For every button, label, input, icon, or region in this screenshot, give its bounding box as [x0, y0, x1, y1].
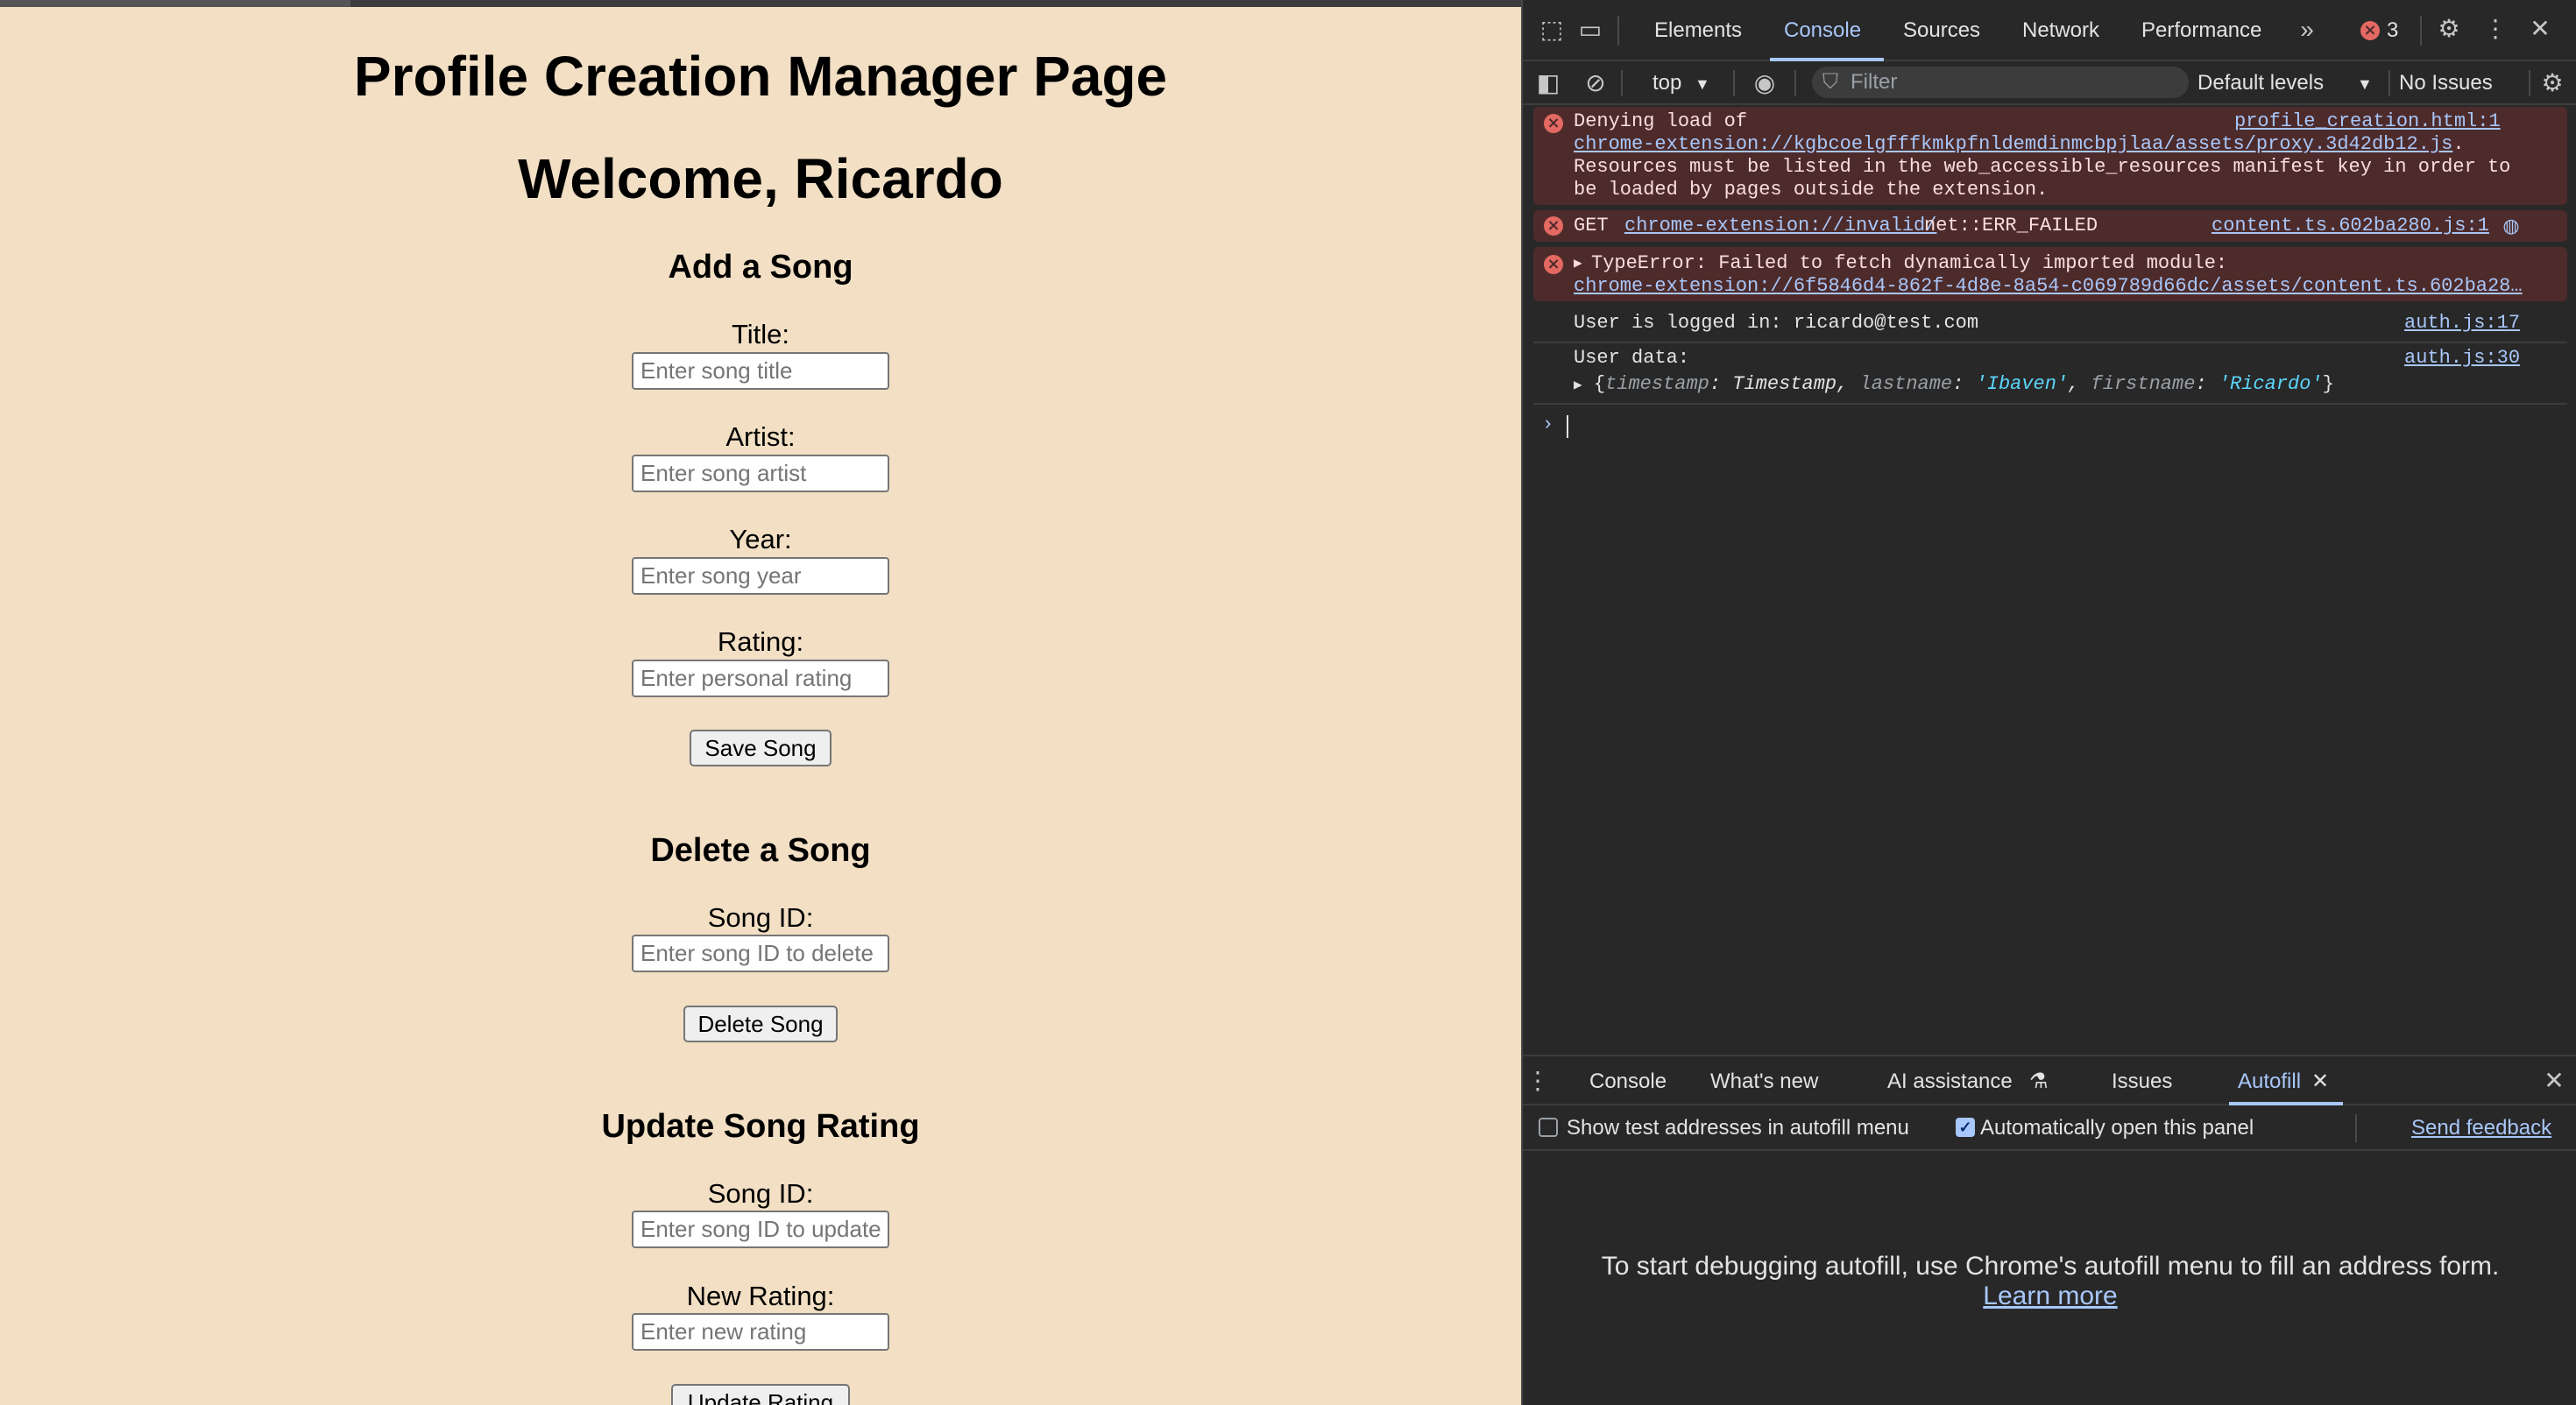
context-chevron-down-icon[interactable]: ▼ — [1695, 72, 1710, 96]
issues-count[interactable]: No Issues — [2399, 71, 2493, 95]
close-drawer-icon[interactable]: ✕ — [2541, 1069, 2567, 1093]
drawer-tab-ai-assistance[interactable]: AI assistance — [1887, 1070, 2013, 1094]
extension-url-link[interactable]: chrome-extension://kgbcoelgfffkmkpfnldem… — [1574, 133, 2452, 155]
clear-console-icon[interactable]: ⊘ — [1582, 71, 1609, 95]
welcome-heading: Welcome, Ricardo — [518, 147, 1003, 210]
add-song-heading: Add a Song — [668, 249, 853, 286]
show-test-addresses-label: Show test addresses in autofill menu — [1567, 1116, 1909, 1140]
autofill-toolbar: Show test addresses in autofill menu ✓ A… — [1523, 1105, 2576, 1151]
source-link[interactable]: auth.js:30 — [2404, 347, 2520, 370]
filter-funnel-icon: ⛉ — [1822, 70, 1838, 94]
error-count-icon[interactable]: × — [2360, 21, 2380, 40]
autofill-empty-message: To start debugging autofill, use Chrome'… — [1601, 1252, 2500, 1281]
tab-sources[interactable]: Sources — [1903, 18, 1980, 43]
save-song-button[interactable]: Save Song — [690, 730, 832, 766]
auto-open-checkbox[interactable]: ✓ — [1956, 1118, 1975, 1137]
expand-arrow-icon[interactable]: ▶ — [1574, 252, 1582, 275]
song-title-input[interactable] — [632, 352, 889, 390]
error-count[interactable]: 3 — [2387, 18, 2398, 43]
learn-more-link[interactable]: Learn more — [1523, 1281, 2576, 1312]
tab-elements[interactable]: Elements — [1654, 18, 1742, 43]
drawer-tab-autofill[interactable]: Autofill — [2238, 1070, 2301, 1094]
delete-song-button[interactable]: Delete Song — [683, 1006, 838, 1042]
drawer-tab-bar: ⋮ Console What's new AI assistance ⚗ Iss… — [1523, 1055, 2576, 1105]
filter-placeholder: Filter — [1851, 70, 1898, 94]
live-expression-eye-icon[interactable]: ◉ — [1747, 71, 1782, 95]
devtools-panel: ⬚ ▭ Elements Console Sources Network Per… — [1521, 0, 2576, 1405]
flask-icon: ⚗ — [2029, 1070, 2049, 1093]
delete-song-id-input[interactable] — [632, 935, 889, 972]
module-url-link[interactable]: chrome-extension://6f5846d4-862f-4d8e-8a… — [1574, 275, 2523, 298]
console-log-message: User is logged in: ricardo@test.com — [1574, 312, 1979, 334]
source-link[interactable]: content.ts.602ba280.js:1 — [2212, 215, 2489, 237]
page-title: Profile Creation Manager Page — [353, 45, 1168, 108]
drawer-tab-issues[interactable]: Issues — [2112, 1070, 2172, 1094]
expand-arrow-icon[interactable]: ▶ — [1574, 378, 1582, 393]
song-artist-input[interactable] — [632, 455, 889, 492]
close-autofill-tab-icon[interactable]: ✕ — [2311, 1070, 2329, 1094]
error-icon: × — [1544, 216, 1563, 236]
drawer-menu-icon[interactable]: ⋮ — [1523, 1069, 1553, 1093]
levels-chevron-down-icon[interactable]: ▼ — [2357, 72, 2373, 96]
song-rating-input[interactable] — [632, 660, 889, 697]
log-levels-dropdown[interactable]: Default levels — [2197, 71, 2324, 95]
console-log-message: User data: — [1574, 347, 1690, 369]
sidebar-toggle-icon[interactable]: ◧ — [1535, 71, 1561, 95]
send-feedback-link[interactable]: Send feedback — [2411, 1116, 2551, 1140]
new-rating-input[interactable] — [632, 1313, 889, 1351]
update-song-id-label: Song ID: — [707, 1178, 814, 1209]
tab-console[interactable]: Console — [1784, 18, 1861, 43]
console-error-message: × ▶ TypeError: Failed to fetch dynamical… — [1533, 247, 2567, 301]
new-rating-label: New Rating: — [686, 1281, 835, 1311]
show-test-addresses-checkbox[interactable] — [1539, 1118, 1558, 1137]
console-error-message: × Denying load of profile_creation.html:… — [1533, 107, 2567, 205]
source-link[interactable]: auth.js:17 — [2404, 312, 2520, 335]
inspect-element-icon[interactable]: ⬚ — [1539, 18, 1565, 42]
kebab-menu-icon[interactable]: ⋮ — [2483, 17, 2508, 41]
invalid-extension-link[interactable]: chrome-extension://invalid/ — [1624, 215, 1936, 237]
user-data-object[interactable]: ▶ {timestamp: Timestamp, lastname: 'Ibav… — [1574, 373, 2334, 397]
context-selector[interactable]: top — [1652, 71, 1681, 95]
rating-label: Rating: — [717, 626, 804, 657]
more-tabs-icon[interactable]: » — [2294, 18, 2320, 42]
delete-song-id-label: Song ID: — [707, 902, 814, 933]
update-rating-button[interactable]: Update Rating — [671, 1384, 850, 1405]
close-devtools-icon[interactable]: ✕ — [2527, 17, 2553, 41]
source-link[interactable]: profile_creation.html:1 — [2234, 110, 2501, 133]
network-request-icon[interactable]: ◍ — [2499, 214, 2523, 238]
console-input[interactable] — [1567, 415, 1568, 438]
title-label: Title: — [731, 319, 790, 349]
artist-label: Artist: — [725, 421, 796, 452]
error-icon: × — [1544, 114, 1563, 133]
console-prompt-icon: › — [1542, 413, 1554, 435]
devtools-toolbar: ⬚ ▭ Elements Console Sources Network Per… — [1523, 0, 2576, 61]
device-toolbar-icon[interactable]: ▭ — [1577, 18, 1603, 42]
tab-network[interactable]: Network — [2022, 18, 2099, 43]
settings-gear-icon[interactable]: ⚙ — [2434, 17, 2464, 41]
web-page: Profile Creation Manager Page Welcome, R… — [0, 0, 1521, 1405]
browser-top-strip — [0, 0, 1521, 7]
drawer-tab-whats-new[interactable]: What's new — [1710, 1070, 1818, 1094]
tab-performance[interactable]: Performance — [2141, 18, 2261, 43]
console-settings-gear-icon[interactable]: ⚙ — [2537, 71, 2567, 95]
auto-open-label: Automatically open this panel — [1980, 1116, 2254, 1140]
console-error-message: × GET chrome-extension://invalid/ net::E… — [1533, 210, 2567, 242]
update-song-id-input[interactable] — [632, 1211, 889, 1248]
song-year-input[interactable] — [632, 557, 889, 595]
console-filter-bar: ◧ ⊘ top ▼ ◉ ⛉ Filter Default levels ▼ No… — [1523, 61, 2576, 105]
filter-input[interactable]: ⛉ Filter — [1812, 67, 2189, 98]
year-label: Year: — [729, 524, 792, 554]
drawer-tab-console[interactable]: Console — [1589, 1070, 1667, 1094]
update-rating-heading: Update Song Rating — [601, 1108, 920, 1145]
error-icon: × — [1544, 255, 1563, 274]
delete-song-heading: Delete a Song — [650, 832, 871, 869]
